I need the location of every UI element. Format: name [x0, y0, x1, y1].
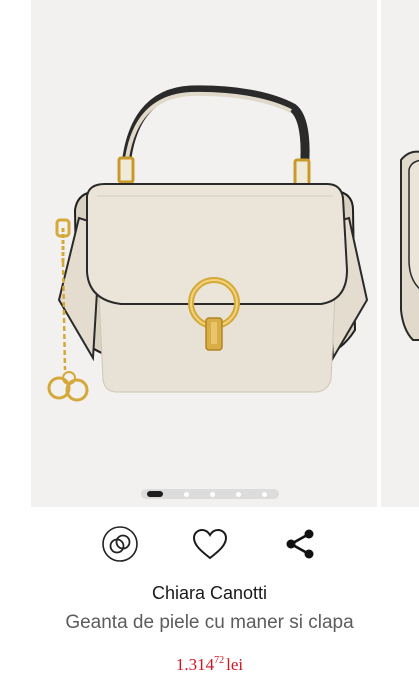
- share-button[interactable]: [276, 520, 324, 568]
- pagination-dot[interactable]: [262, 491, 267, 497]
- product-image-gallery[interactable]: [0, 0, 419, 507]
- pagination-dot[interactable]: [210, 491, 215, 497]
- product-image-main[interactable]: [31, 0, 377, 507]
- wishlist-button[interactable]: [186, 520, 234, 568]
- pagination-dot[interactable]: [184, 491, 189, 497]
- handbag-image-next: [400, 150, 419, 341]
- compare-rings-icon: [102, 526, 138, 562]
- price-decimals: 72: [214, 655, 225, 666]
- heart-icon: [192, 528, 228, 560]
- gallery-pagination: [141, 489, 279, 499]
- pagination-dot-active[interactable]: [147, 491, 163, 497]
- product-title[interactable]: Geanta de piele cu maner si clapa: [0, 612, 419, 634]
- price-integer: 1.314: [175, 655, 215, 674]
- share-icon: [286, 529, 314, 559]
- product-actions: [0, 520, 419, 568]
- product-image-next[interactable]: [381, 0, 419, 507]
- handbag-image: [47, 85, 369, 402]
- pagination-dot[interactable]: [236, 491, 241, 497]
- compare-button[interactable]: [96, 520, 144, 568]
- product-price: 1.31472 lei: [0, 655, 419, 675]
- price-currency: lei: [226, 655, 244, 674]
- product-brand[interactable]: Chiara Canotti: [0, 583, 419, 604]
